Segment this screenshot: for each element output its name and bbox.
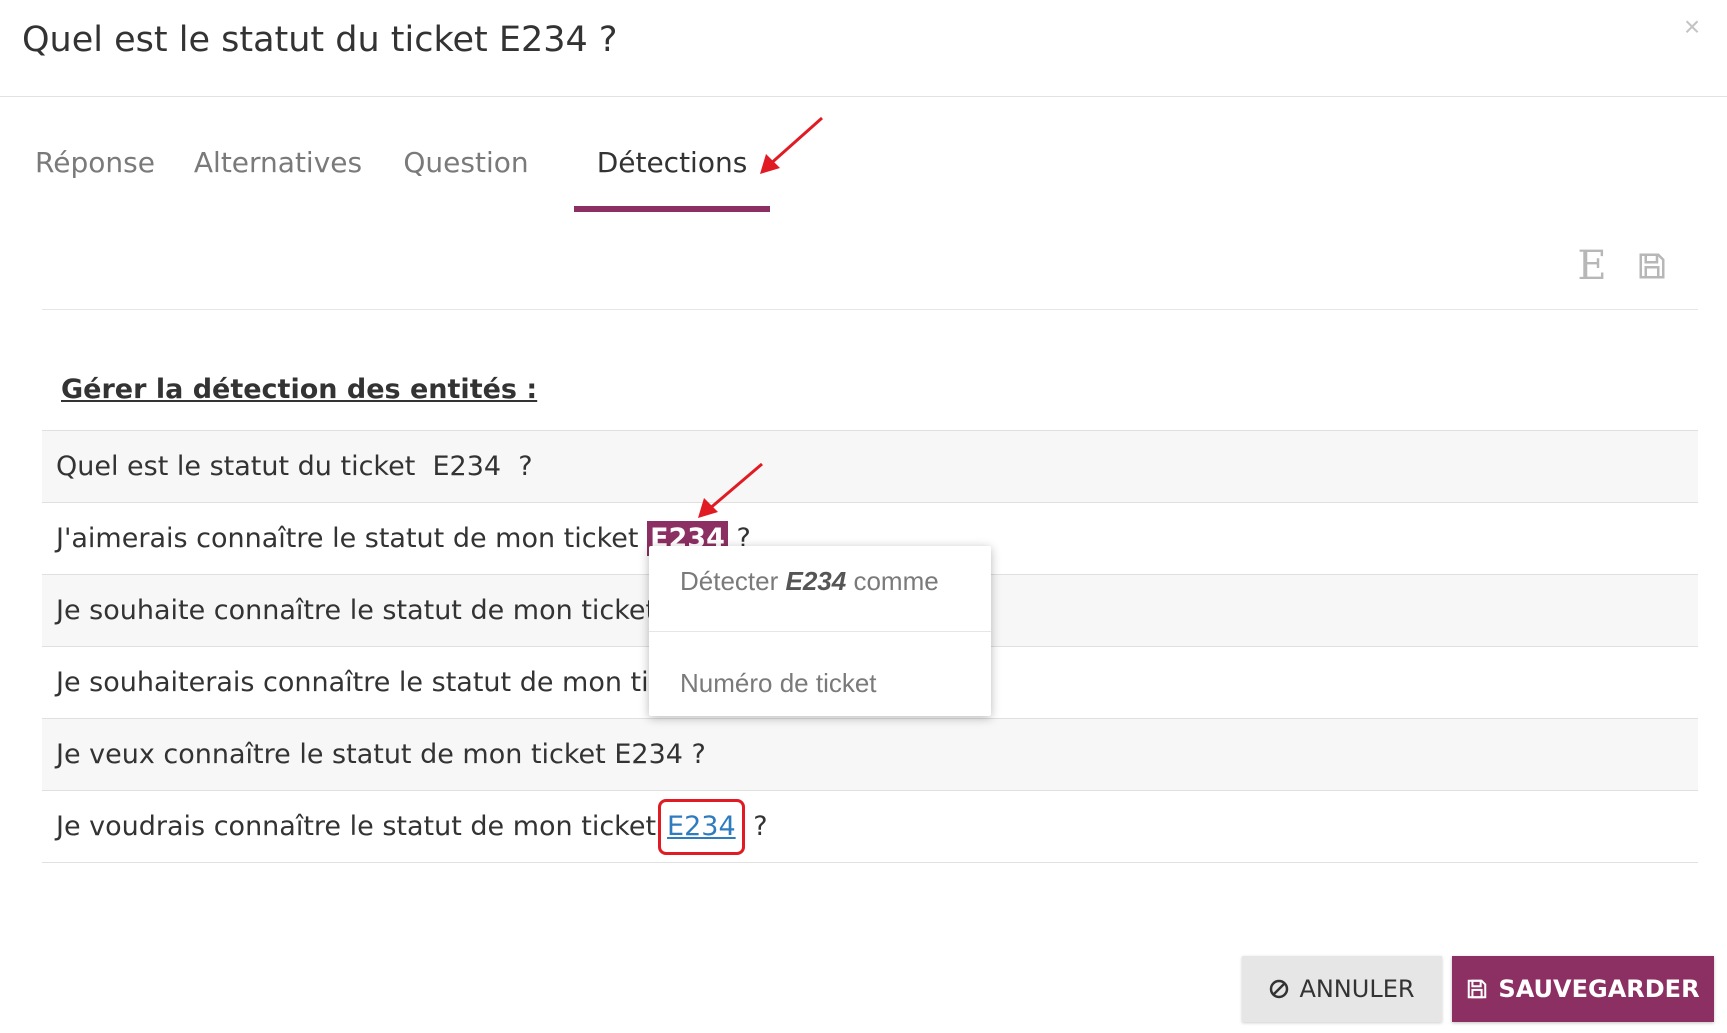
phrase-entity[interactable]: E234 bbox=[432, 451, 501, 482]
detection-toolbar: E bbox=[42, 230, 1698, 310]
save-label: SAUVEGARDER bbox=[1498, 975, 1700, 1003]
tab-reponse[interactable]: Réponse bbox=[22, 130, 168, 212]
section-title: Gérer la détection des entités : bbox=[61, 374, 538, 405]
popup-entity: E234 bbox=[785, 566, 847, 596]
annotation-arrow-tab bbox=[760, 116, 823, 174]
close-icon[interactable]: × bbox=[1675, 10, 1709, 44]
save-button[interactable]: SAUVEGARDER bbox=[1452, 956, 1714, 1022]
tab-question[interactable]: Question bbox=[386, 130, 546, 212]
phrase-row: Quel est le statut du ticket E234 ? bbox=[42, 431, 1698, 503]
annotation-arrow-entity bbox=[698, 462, 763, 518]
phrase-text: Je voudrais connaître le statut de mon t… bbox=[56, 811, 657, 842]
dialog-title: Quel est le statut du ticket E234 ? bbox=[22, 20, 618, 60]
cancel-icon bbox=[1270, 979, 1289, 999]
phrase-text: J'aimerais connaître le statut de mon ti… bbox=[56, 523, 648, 554]
tab-detections[interactable]: Détections bbox=[574, 130, 770, 212]
popup-suffix: comme bbox=[846, 566, 939, 596]
entity-icon[interactable]: E bbox=[1572, 246, 1612, 286]
phrase-text-after: ? bbox=[744, 811, 768, 842]
phrase-row: Je voudrais connaître le statut de mon t… bbox=[42, 791, 1698, 863]
floppy-disk-icon bbox=[1468, 979, 1487, 999]
phrase-row: Je veux connaître le statut de mon ticke… bbox=[42, 719, 1698, 791]
cancel-button[interactable]: ANNULER bbox=[1242, 956, 1442, 1022]
save-icon[interactable] bbox=[1632, 246, 1672, 286]
phrase-text: Quel est le statut du ticket bbox=[56, 451, 433, 482]
phrase-text-after: ? bbox=[501, 451, 533, 482]
tab-alternatives[interactable]: Alternatives bbox=[190, 130, 366, 212]
popup-option-ticket-number[interactable]: Numéro de ticket bbox=[649, 632, 991, 716]
cancel-label: ANNULER bbox=[1299, 975, 1415, 1003]
popup-header: Détecter E234 comme bbox=[649, 546, 991, 632]
popup-prefix: Détecter bbox=[680, 566, 786, 596]
phrase-entity-link[interactable]: E234 bbox=[667, 811, 736, 842]
entity-detect-popup: Détecter E234 comme Numéro de ticket bbox=[649, 546, 991, 716]
dialog-header: Quel est le statut du ticket E234 ? × bbox=[0, 0, 1727, 97]
phrase-text: Je veux connaître le statut de mon ticke… bbox=[56, 739, 706, 770]
annotation-highlight-box: E234 bbox=[658, 799, 745, 855]
